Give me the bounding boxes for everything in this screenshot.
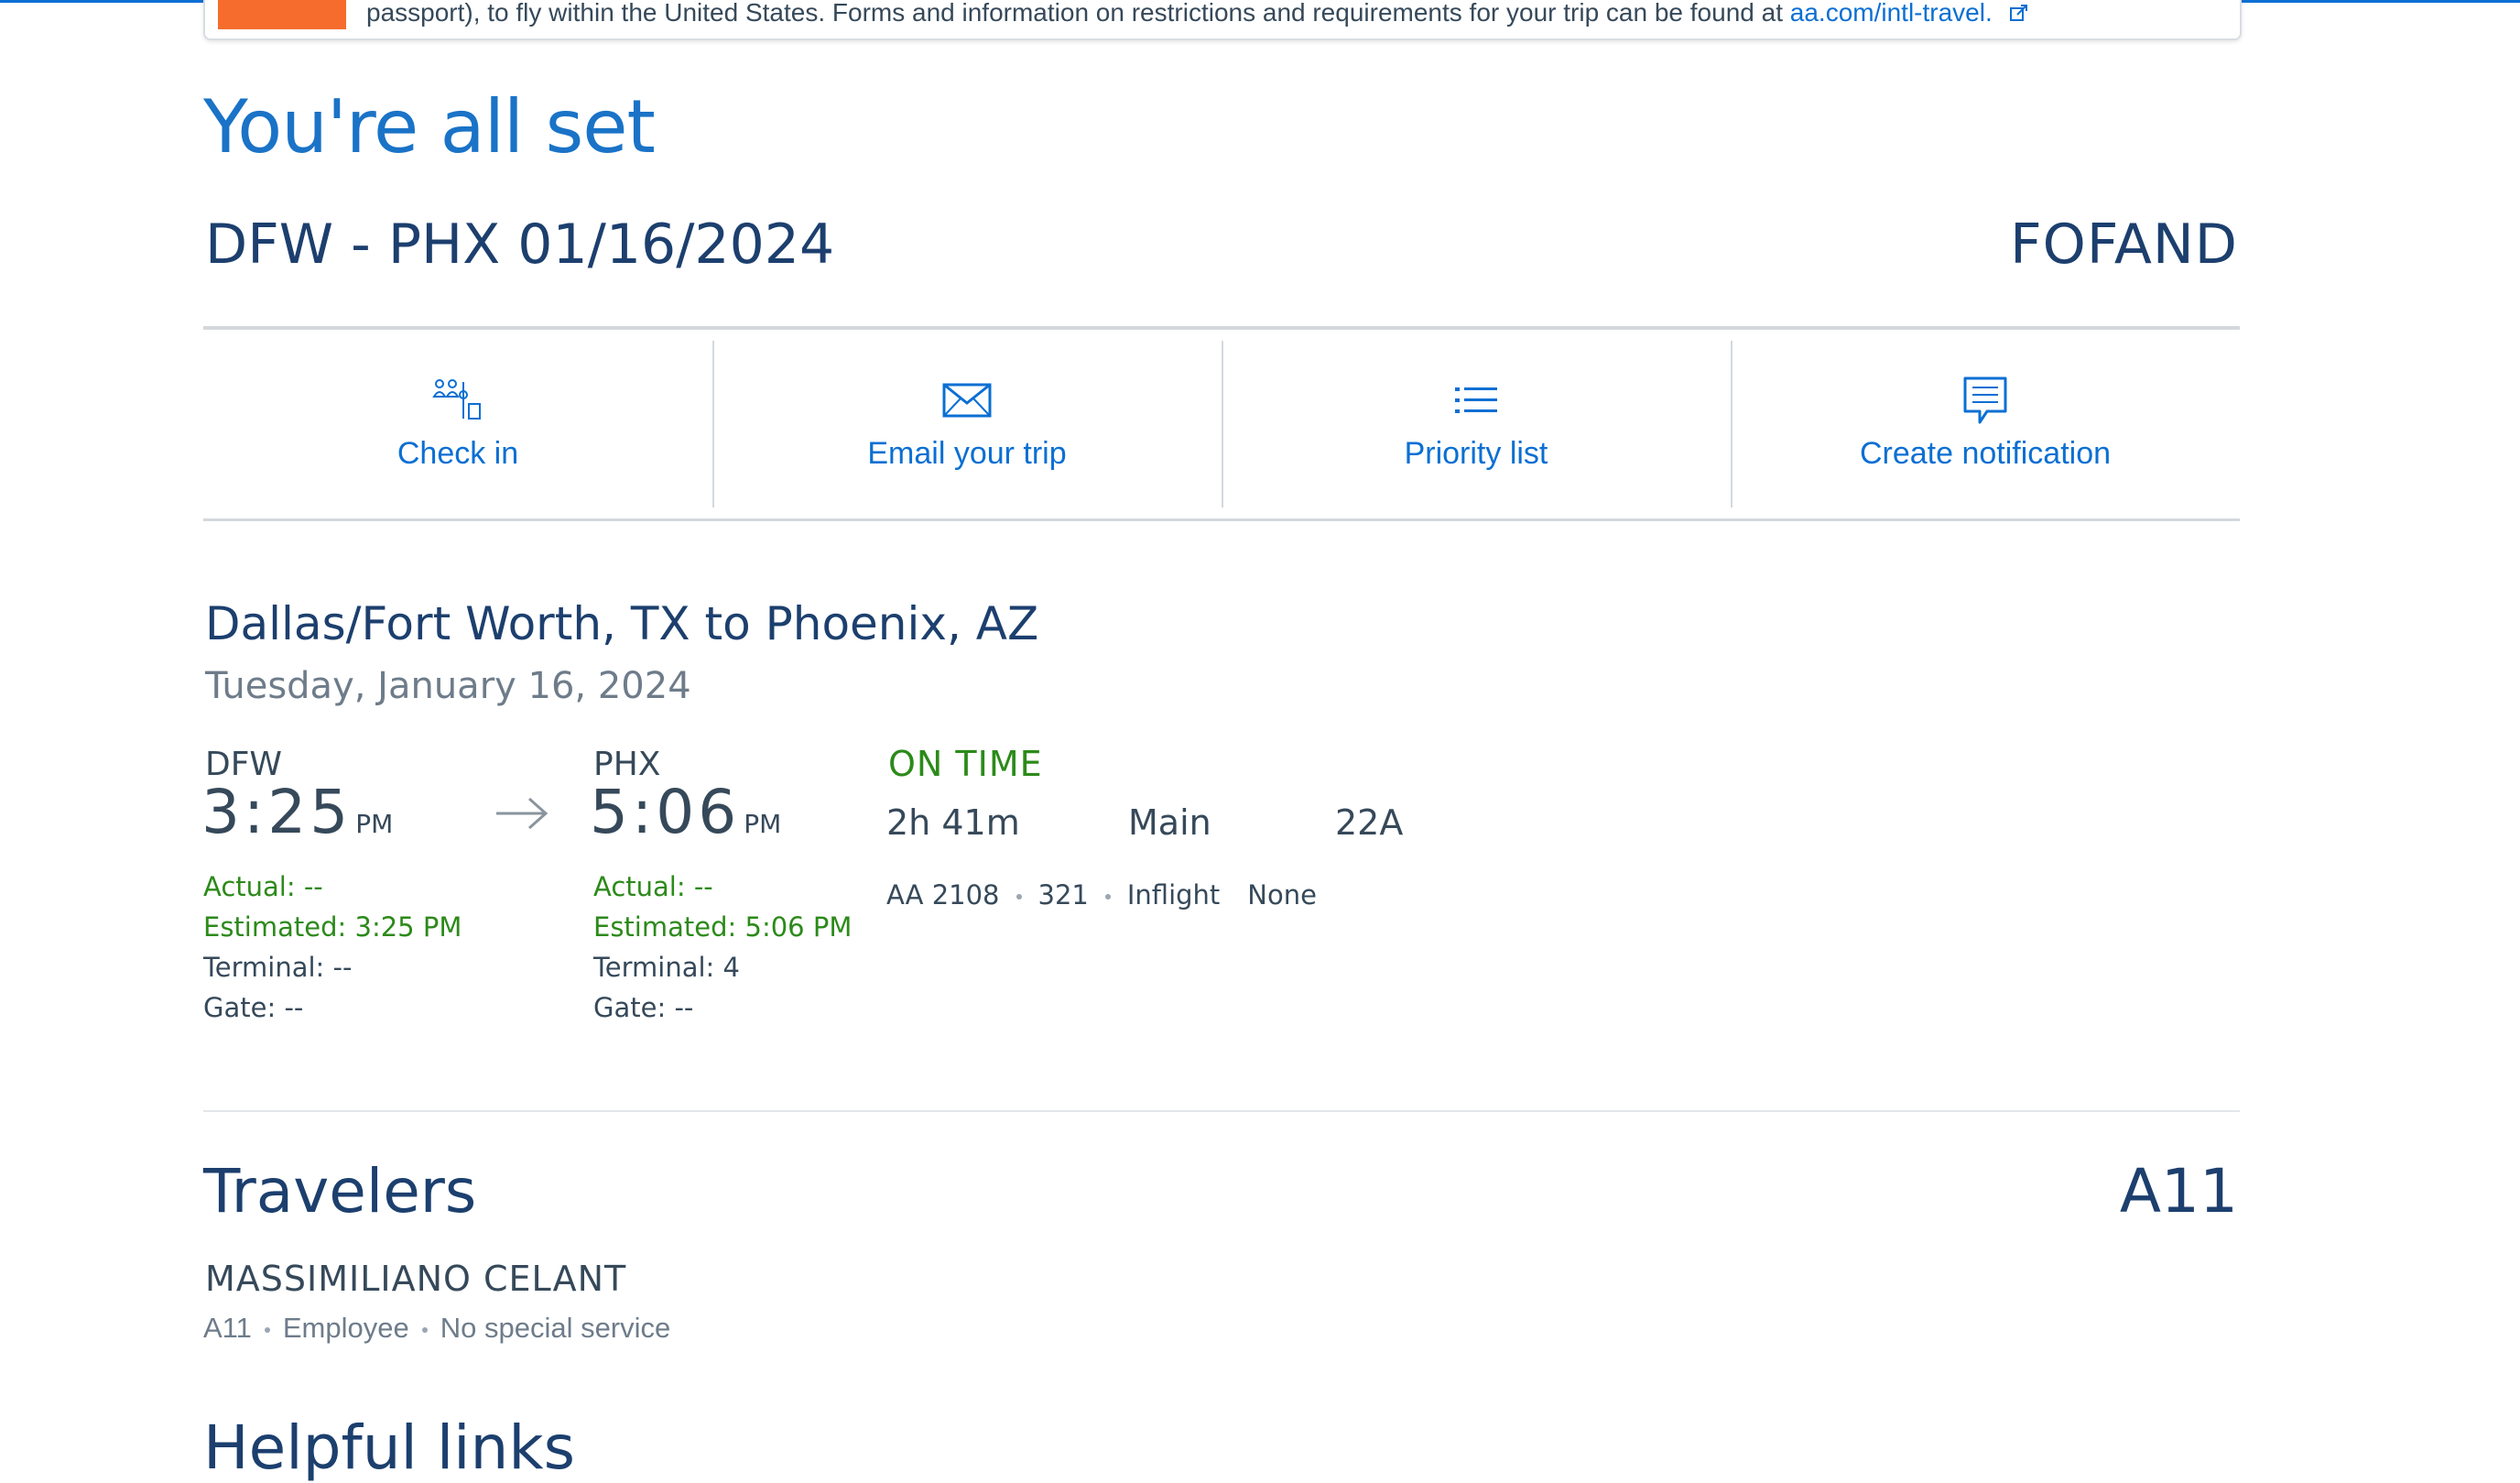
inflight-label: Inflight [1126, 879, 1221, 911]
traveler-service[interactable]: No special service [440, 1312, 671, 1344]
travelers-seat: A11 [2119, 1156, 2238, 1227]
traveler-seat: A11 [203, 1312, 252, 1344]
separator-dot [1016, 894, 1022, 900]
section-divider [203, 1110, 2240, 1112]
traveler-type: Employee [282, 1312, 409, 1344]
arrive-estimated: Estimated: 5:06 PM [593, 911, 853, 943]
arrive-details: Actual: -- Estimated: 5:06 PM Terminal: … [593, 867, 852, 1028]
external-link-icon[interactable] [2009, 3, 2029, 23]
trip-route-date: DFW - PHX 01/16/2024 [205, 213, 835, 277]
alert-text: passport), to fly within the United Stat… [366, 0, 2221, 27]
check-in-icon [432, 377, 483, 423]
priority-list-button[interactable]: Priority list [1222, 330, 1731, 518]
leg-title: Dallas/Fort Worth, TX to Phoenix, AZ [205, 597, 1039, 650]
create-notification-label: Create notification [1859, 436, 2112, 471]
depart-ampm: PM [355, 809, 394, 839]
chat-bubble-icon [1963, 376, 2007, 424]
intl-travel-link[interactable]: aa.com/intl-travel. [1790, 0, 1993, 27]
flight-meta-row: AA 2108 321 Inflight None [886, 879, 1317, 911]
priority-list-label: Priority list [1404, 436, 1548, 471]
trip-actions-bar: Check in Email your trip Priority list C… [203, 326, 2240, 521]
alert-message: passport), to fly within the United Stat… [366, 0, 1783, 27]
arrive-gate: Gate: -- [593, 992, 694, 1023]
depart-estimated: Estimated: 3:25 PM [203, 911, 462, 943]
create-notification-button[interactable]: Create notification [1731, 330, 2240, 518]
envelope-icon [942, 377, 992, 423]
depart-terminal: Terminal: -- [203, 952, 353, 983]
depart-details: Actual: -- Estimated: 3:25 PM Terminal: … [203, 867, 462, 1028]
depart-actual: Actual: -- [203, 871, 323, 902]
travelers-heading: Travelers [203, 1156, 477, 1227]
record-locator: FOFAND [2010, 213, 2238, 277]
separator-dot [421, 1326, 428, 1333]
check-in-button[interactable]: Check in [203, 330, 712, 518]
depart-gate: Gate: -- [203, 992, 304, 1023]
helpful-links-heading: Helpful links [203, 1412, 575, 1483]
arrow-right-icon [496, 797, 549, 830]
arrive-terminal: Terminal: 4 [593, 952, 740, 983]
arrive-ampm: PM [744, 809, 782, 839]
arrive-time: 5:06 PM [590, 777, 781, 847]
travel-requirements-alert: passport), to fly within the United Stat… [203, 0, 2242, 40]
arrive-time-value: 5:06 [590, 777, 741, 847]
aircraft-type[interactable]: 321 [1038, 879, 1089, 911]
inflight-value: None [1247, 879, 1317, 911]
depart-time: 3:25 PM [201, 777, 393, 847]
separator-dot [264, 1326, 270, 1333]
page-title: You're all set [203, 84, 656, 169]
cabin-class: Main [1128, 802, 1211, 843]
check-in-label: Check in [396, 436, 519, 471]
arrive-actual: Actual: -- [593, 871, 713, 902]
traveler-name: MASSIMILIANO CELANT [205, 1259, 627, 1299]
flight-number: AA 2108 [886, 879, 1000, 911]
traveler-meta: A11 Employee No special service [203, 1312, 670, 1345]
depart-time-value: 3:25 [201, 777, 353, 847]
email-trip-button[interactable]: Email your trip [712, 330, 1222, 518]
flight-status: ON TIME [888, 744, 1043, 784]
seat-assignment[interactable]: 22A [1335, 802, 1403, 843]
leg-date: Tuesday, January 16, 2024 [205, 665, 691, 707]
email-trip-label: Email your trip [867, 436, 1067, 471]
alert-flag [218, 0, 346, 29]
flight-duration: 2h 41m [886, 802, 1020, 843]
list-icon [1453, 377, 1499, 423]
separator-dot [1104, 894, 1111, 900]
